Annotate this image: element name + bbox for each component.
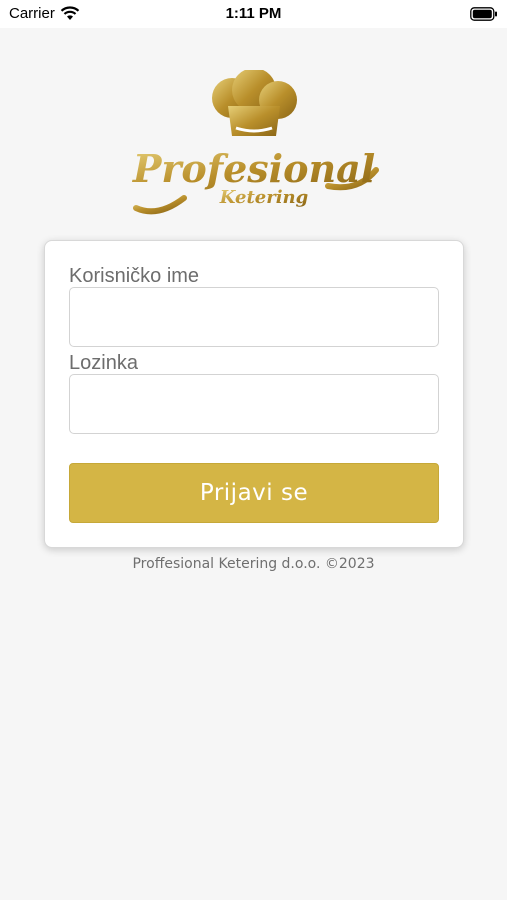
password-label: Lozinka <box>69 352 138 374</box>
chef-hat-icon <box>212 70 297 136</box>
logo-subtitle: Ketering <box>219 187 308 208</box>
company-logo: Profesional Ketering <box>132 70 379 215</box>
status-time: 1:11 PM <box>225 5 282 22</box>
login-screen: Carrier 1:11 PM Profesional Ketering Kor… <box>0 0 507 900</box>
login-card: Korisničko ime Lozinka Prijavi se <box>44 240 464 548</box>
status-bar: Carrier 1:11 PM <box>0 0 507 28</box>
logo-title: Profesional <box>132 146 375 191</box>
footer-copyright: Proffesional Ketering d.o.o. ©2023 <box>132 556 375 572</box>
password-input[interactable] <box>69 374 439 434</box>
username-input[interactable] <box>69 287 439 347</box>
battery-icon <box>470 7 497 21</box>
username-label: Korisničko ime <box>69 265 200 287</box>
login-button[interactable]: Prijavi se <box>69 463 439 523</box>
